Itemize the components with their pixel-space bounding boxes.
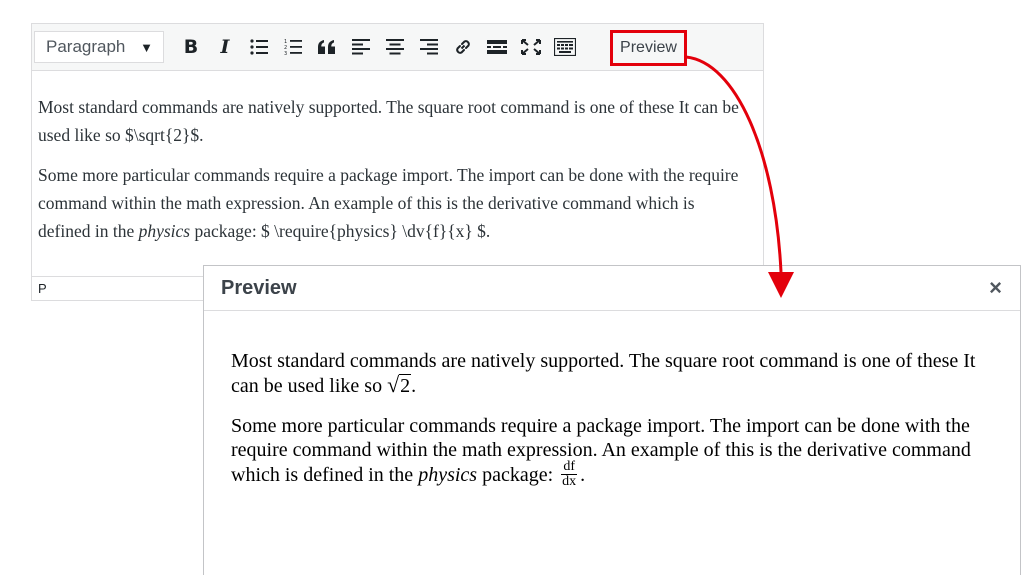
- fullscreen-button[interactable]: [514, 31, 548, 63]
- modal-title: Preview: [221, 276, 297, 299]
- bullet-list-icon: [250, 39, 268, 55]
- bold-icon: B: [183, 36, 199, 58]
- editor-content-area[interactable]: Most standard commands are natively supp…: [32, 71, 763, 245]
- derivative-fraction: df dx: [560, 460, 578, 489]
- italic-icon: I: [220, 36, 230, 58]
- element-path-item[interactable]: P: [38, 281, 47, 296]
- align-right-button[interactable]: [412, 31, 446, 63]
- keyboard-icon: [554, 38, 576, 56]
- editor-paragraph: Most standard commands are natively supp…: [38, 97, 739, 145]
- editor-toolbar: Paragraph ▼ B I 123 Preview: [32, 24, 763, 71]
- fraction-denominator: dx: [562, 474, 577, 489]
- link-icon: [456, 40, 470, 54]
- emphasis-text: physics: [138, 221, 191, 241]
- preview-button[interactable]: Preview: [610, 30, 687, 66]
- read-more-icon: [487, 40, 507, 54]
- blockquote-button[interactable]: [310, 31, 344, 63]
- editor-paragraph: Some more particular commands require a …: [38, 165, 739, 241]
- preview-modal: Preview × Most standard commands are nat…: [203, 265, 1021, 575]
- align-center-button[interactable]: [378, 31, 412, 63]
- modal-body: Most standard commands are natively supp…: [204, 311, 1020, 491]
- format-select-value: Paragraph: [46, 37, 126, 56]
- close-icon[interactable]: ×: [989, 277, 1002, 299]
- emphasis-text: physics: [418, 464, 478, 487]
- align-center-icon: [386, 39, 404, 55]
- read-more-button[interactable]: [480, 31, 514, 63]
- chevron-down-icon: ▼: [140, 39, 153, 55]
- fullscreen-icon: [521, 39, 541, 55]
- preview-paragraph: Some more particular commands require a …: [231, 415, 971, 489]
- align-left-button[interactable]: [344, 31, 378, 63]
- numbered-list-button[interactable]: 123: [276, 31, 310, 63]
- fraction-numerator: df: [561, 459, 577, 475]
- svg-text:3: 3: [284, 51, 287, 56]
- preview-paragraph: Most standard commands are natively supp…: [231, 350, 976, 397]
- bullet-list-button[interactable]: [242, 31, 276, 63]
- format-select[interactable]: Paragraph ▼: [34, 31, 164, 63]
- modal-header: Preview ×: [204, 266, 1020, 311]
- classic-editor: Paragraph ▼ B I 123 Preview Most standar…: [31, 23, 764, 301]
- quote-icon: [318, 40, 335, 54]
- align-left-icon: [352, 39, 370, 55]
- sqrt-expression: √2: [387, 372, 412, 397]
- insert-link-button[interactable]: [446, 31, 480, 63]
- align-right-icon: [420, 39, 438, 55]
- numbered-list-icon: 123: [284, 39, 302, 56]
- bold-button[interactable]: B: [174, 31, 208, 63]
- italic-button[interactable]: I: [208, 31, 242, 63]
- toolbar-toggle-button[interactable]: [548, 31, 582, 63]
- preview-button-label: Preview: [620, 39, 677, 56]
